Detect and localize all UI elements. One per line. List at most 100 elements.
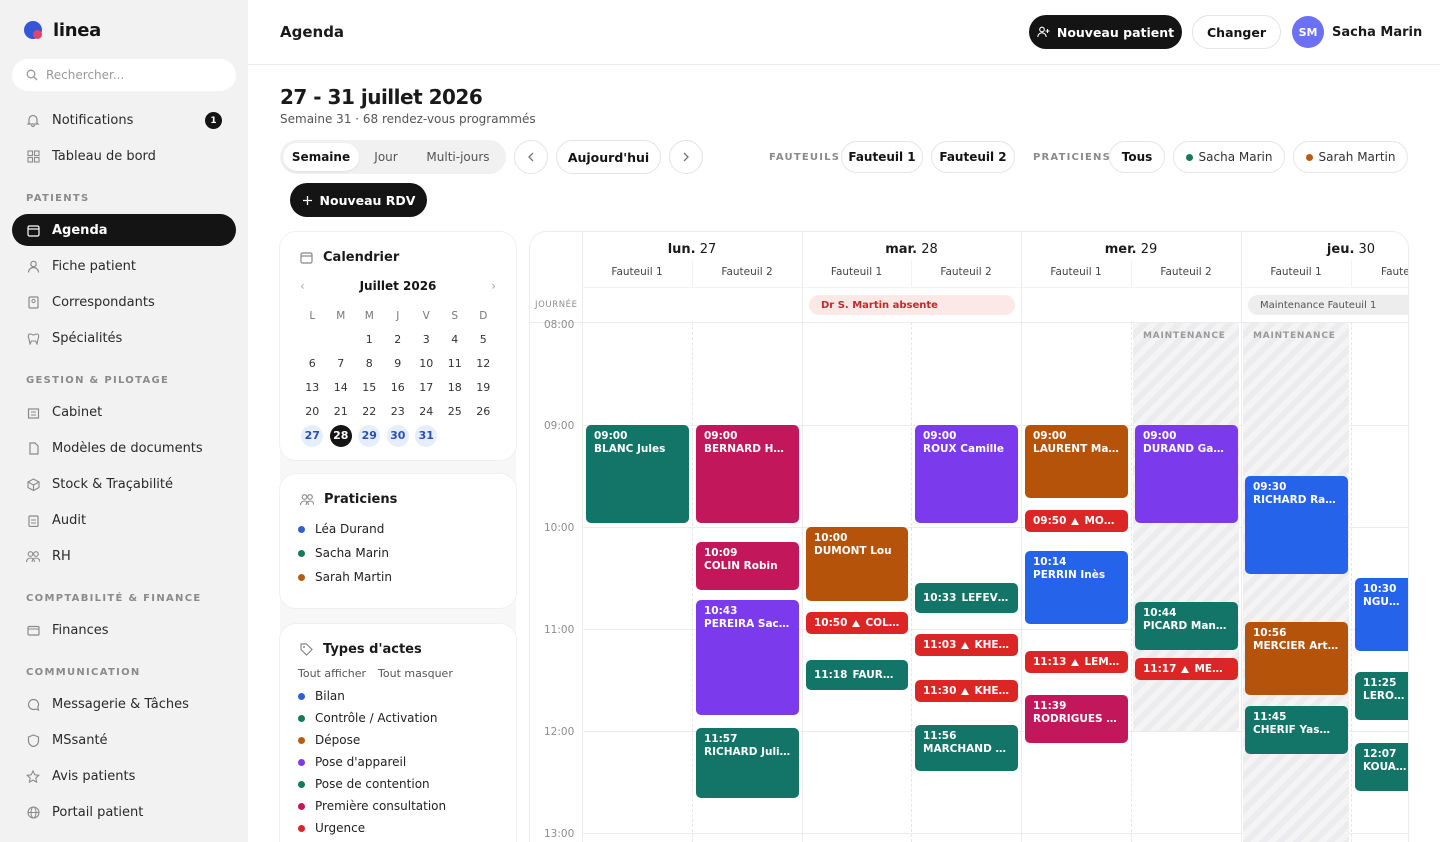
appointment[interactable]: 11:57RICHARD Juliette: [696, 728, 799, 798]
practitioner-chip-sarah[interactable]: Sarah Martin: [1293, 141, 1408, 173]
day-header[interactable]: mer. 29: [1021, 242, 1241, 257]
appointment[interactable]: 10:44 PICARD Manon: [1135, 602, 1238, 650]
calendar-day[interactable]: 19: [469, 377, 498, 399]
appointment[interactable]: 12:07KOUASSI: [1355, 743, 1408, 791]
view-multi-button[interactable]: Multi-jours: [413, 143, 503, 171]
calendar-day[interactable]: 22: [355, 401, 384, 423]
nav-notifications[interactable]: Notifications 1: [12, 104, 236, 136]
calendar-day[interactable]: 7: [327, 353, 356, 375]
act-type-item[interactable]: Urgence: [298, 821, 446, 835]
practitioner-item[interactable]: Sacha Marin: [298, 546, 392, 560]
nav-specialties[interactable]: Spécialités: [12, 322, 236, 354]
calendar-day[interactable]: 16: [384, 377, 413, 399]
act-type-item[interactable]: Pose d'appareil: [298, 755, 446, 769]
calendar-day[interactable]: 5: [469, 329, 498, 351]
appointment[interactable]: 10:33 LEFEVRE...: [915, 583, 1018, 613]
calendar-day[interactable]: 13: [298, 377, 327, 399]
nav-mssante[interactable]: MSsanté: [12, 724, 236, 756]
practitioner-chip-sacha[interactable]: Sacha Marin: [1173, 141, 1285, 173]
calendar-day[interactable]: 10: [412, 353, 441, 375]
calendar-day[interactable]: 27: [301, 425, 324, 447]
calendar-day[interactable]: 12: [469, 353, 498, 375]
appointment[interactable]: 11:56 MARCHAND Si...: [915, 725, 1018, 771]
calendar-day[interactable]: 17: [412, 377, 441, 399]
allday-event[interactable]: Dr S. Martin absente: [809, 295, 1015, 315]
nav-stock[interactable]: Stock & Traçabilité: [12, 468, 236, 500]
view-week-button[interactable]: Semaine: [283, 143, 359, 171]
calendar-day[interactable]: 29: [358, 425, 381, 447]
calendar-day[interactable]: 3: [412, 329, 441, 351]
practitioner-item[interactable]: Sarah Martin: [298, 570, 392, 584]
nav-hr[interactable]: RH: [12, 540, 236, 572]
search-input[interactable]: [46, 68, 206, 82]
nav-templates[interactable]: Modèles de documents: [12, 432, 236, 464]
calendar-day[interactable]: 20: [298, 401, 327, 423]
appointment[interactable]: 11:45 CHERIF Yasmina: [1245, 706, 1348, 754]
appointment[interactable]: 10:43 PEREIRA Sacha: [696, 600, 799, 715]
appointment[interactable]: 11:25 LEROUX: [1355, 672, 1408, 720]
nav-correspondents[interactable]: Correspondants: [12, 286, 236, 318]
appointment[interactable]: 11:39RODRIGUES Ra...: [1025, 695, 1128, 743]
nav-reviews[interactable]: Avis patients: [12, 760, 236, 792]
prev-week-button[interactable]: [514, 140, 548, 174]
calendar-day[interactable]: 28: [329, 425, 352, 447]
view-day-button[interactable]: Jour: [359, 143, 413, 171]
appointment[interactable]: 11:18 FAURE Inès: [806, 660, 908, 690]
day-header[interactable]: lun. 27: [582, 242, 802, 257]
urgent-appointment[interactable]: 09:50 MORE...: [1025, 510, 1128, 532]
calendar-day[interactable]: 2: [384, 329, 413, 351]
day-header[interactable]: mar. 28: [802, 242, 1021, 257]
all-practitioners-chip[interactable]: Tous: [1109, 141, 1165, 173]
appointment[interactable]: 09:30RICHARD Raph...: [1245, 476, 1348, 574]
calendar-day[interactable]: 24: [412, 401, 441, 423]
act-type-item[interactable]: Contrôle / Activation: [298, 711, 446, 725]
calendar-day[interactable]: 30: [386, 425, 409, 447]
appointment[interactable]: 10:09 COLIN Robin: [696, 542, 799, 590]
appointment[interactable]: 10:56 MERCIER Arthur: [1245, 622, 1348, 695]
change-button[interactable]: Changer: [1192, 15, 1281, 49]
nav-messaging[interactable]: Messagerie & Tâches: [12, 688, 236, 720]
chair1-chip[interactable]: Fauteuil 1: [841, 141, 923, 173]
appointment[interactable]: 09:00 BLANC Jules: [586, 425, 689, 523]
act-type-item[interactable]: Première consultation: [298, 799, 446, 813]
chair2-chip[interactable]: Fauteuil 2: [931, 141, 1015, 173]
calendar-day[interactable]: 31: [415, 425, 438, 447]
nav-audit[interactable]: Audit: [12, 504, 236, 536]
practitioner-item[interactable]: Léa Durand: [298, 522, 392, 536]
user-menu[interactable]: SM Sacha Marin: [1292, 16, 1422, 48]
calendar-day[interactable]: 4: [441, 329, 470, 351]
nav-portal[interactable]: Portail patient: [12, 796, 236, 828]
calendar-day[interactable]: 9: [384, 353, 413, 375]
urgent-appointment[interactable]: 11:03 KHELI...: [915, 634, 1018, 656]
appointment[interactable]: 10:00 DUMONT Lou: [806, 527, 908, 601]
urgent-appointment[interactable]: 11:17 MERCI...: [1135, 658, 1238, 680]
chevron-right-icon[interactable]: ›: [491, 279, 496, 293]
appointment[interactable]: 09:00 LAURENT Malik: [1025, 425, 1128, 498]
nav-office[interactable]: Cabinet: [12, 396, 236, 428]
new-patient-button[interactable]: Nouveau patient: [1029, 15, 1182, 49]
next-week-button[interactable]: [669, 140, 703, 174]
appointment[interactable]: 09:00DURAND Gabriel: [1135, 425, 1238, 523]
calendar-day[interactable]: 6: [298, 353, 327, 375]
calendar-day[interactable]: 14: [327, 377, 356, 399]
nav-dashboard[interactable]: Tableau de bord: [12, 140, 236, 172]
appointment[interactable]: 09:00 BERNARD Hugo: [696, 425, 799, 523]
search-box[interactable]: [12, 59, 236, 91]
calendar-day[interactable]: 15: [355, 377, 384, 399]
hide-all-link[interactable]: Tout masquer: [378, 667, 453, 680]
today-button[interactable]: Aujourd'hui: [556, 140, 661, 174]
appointment[interactable]: 10:30NGUYEN: [1355, 578, 1408, 651]
calendar-day[interactable]: 21: [327, 401, 356, 423]
nav-finances[interactable]: Finances: [12, 614, 236, 646]
calendar-day[interactable]: 8: [355, 353, 384, 375]
act-type-item[interactable]: Pose de contention: [298, 777, 446, 791]
app-logo[interactable]: linea: [24, 20, 101, 41]
calendar-day[interactable]: 23: [384, 401, 413, 423]
calendar-day[interactable]: 11: [441, 353, 470, 375]
urgent-appointment[interactable]: 11:30 KHELI...: [915, 680, 1018, 702]
nav-patient-file[interactable]: Fiche patient: [12, 250, 236, 282]
urgent-appointment[interactable]: 10:50 COLIN ...: [806, 612, 908, 634]
allday-event[interactable]: Maintenance Fauteuil 1: [1248, 295, 1408, 315]
calendar-day[interactable]: 25: [441, 401, 470, 423]
act-type-item[interactable]: Bilan: [298, 689, 446, 703]
